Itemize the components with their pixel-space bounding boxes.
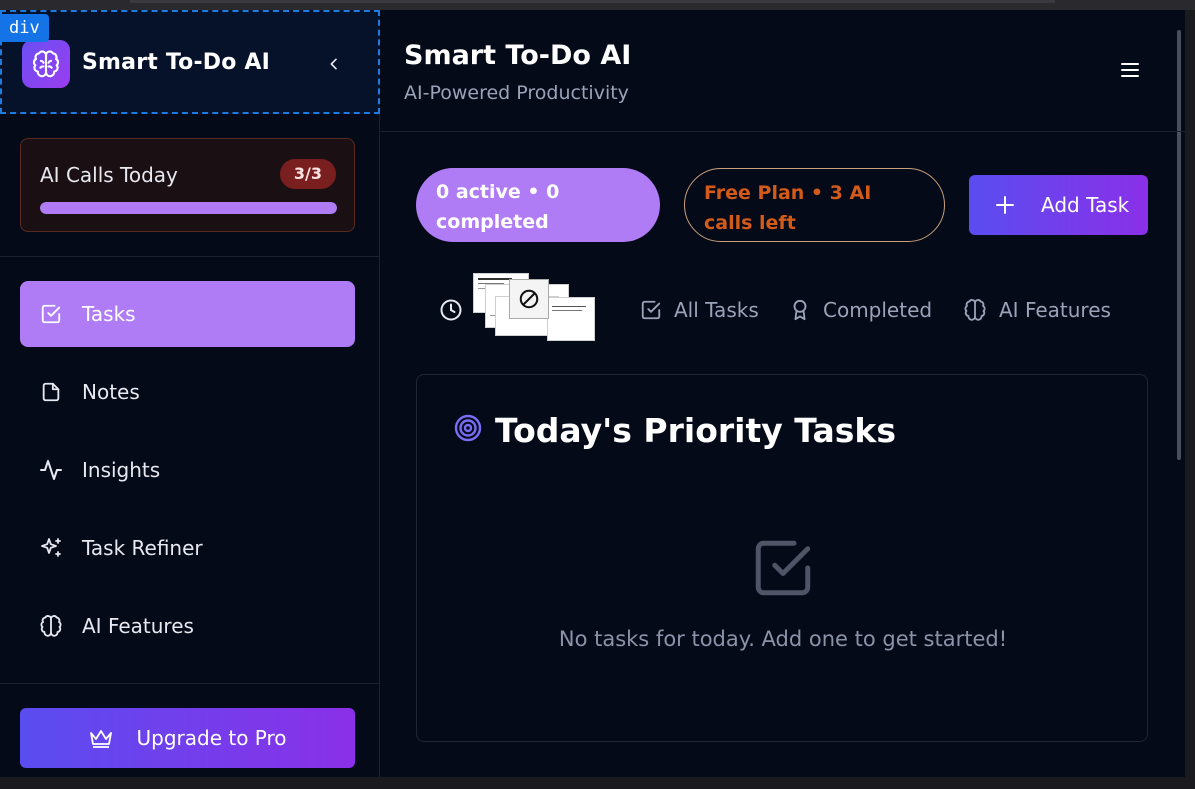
checkbox-icon — [20, 303, 82, 325]
devtools-element-tag: div — [0, 14, 49, 42]
sidebar-item-notes[interactable]: Notes — [20, 359, 355, 425]
crown-icon — [88, 727, 114, 749]
header-divider — [381, 131, 1185, 132]
plan-pill: Free Plan • 3 AI calls left — [684, 168, 945, 242]
sidebar-brand-title: Smart To-Do AI — [82, 50, 271, 75]
sidebar-item-label: Tasks — [82, 302, 136, 326]
activity-icon — [20, 458, 82, 482]
sidebar-item-label: Insights — [82, 458, 161, 482]
hamburger-icon[interactable] — [1117, 58, 1143, 82]
document-thumbnail — [547, 297, 595, 341]
sidebar: Smart To-Do AI div AI Calls Today 3/3 Ta… — [0, 10, 380, 777]
target-icon — [453, 413, 483, 443]
sidebar-item-insights[interactable]: Insights — [20, 437, 355, 503]
window-top-strip — [0, 0, 1195, 10]
bottom-gutter — [0, 777, 1195, 789]
scrollbar[interactable] — [1177, 30, 1181, 460]
upgrade-label: Upgrade to Pro — [136, 726, 287, 750]
status-pill: 0 active • 0 completed — [416, 168, 660, 242]
page-title: Smart To-Do AI — [404, 40, 632, 71]
tab-label: Completed — [823, 298, 933, 322]
tab-label: AI Features — [999, 298, 1111, 322]
app-frame: Smart To-Do AI div AI Calls Today 3/3 Ta… — [0, 10, 1185, 777]
add-task-label: Add Task — [1041, 193, 1130, 217]
add-task-button[interactable]: Add Task — [969, 175, 1148, 235]
sidebar-item-task-refiner[interactable]: Task Refiner — [20, 515, 355, 581]
brain-icon — [20, 614, 82, 638]
tab-label: All Tasks — [674, 298, 759, 322]
ai-calls-label: AI Calls Today — [40, 163, 178, 187]
tab-completed[interactable]: Completed — [789, 292, 932, 328]
empty-state-text: No tasks for today. Add one to get start… — [558, 627, 1008, 651]
card-title: Today's Priority Tasks — [495, 411, 896, 450]
drag-preview-thumbnails — [473, 273, 597, 341]
sparkles-icon — [20, 536, 82, 560]
sidebar-item-tasks[interactable]: Tasks — [20, 281, 355, 347]
tab-all-tasks[interactable]: All Tasks — [640, 292, 759, 328]
sidebar-header: Smart To-Do AI — [0, 10, 380, 114]
page-subtitle: AI-Powered Productivity — [404, 82, 629, 104]
main-content: Smart To-Do AI AI-Powered Productivity 0… — [381, 10, 1185, 777]
chevron-left-icon[interactable] — [320, 50, 348, 78]
sidebar-item-ai-features[interactable]: AI Features — [20, 593, 355, 659]
no-drop-icon — [509, 279, 549, 319]
sidebar-divider — [0, 683, 380, 684]
upgrade-to-pro-button[interactable]: Upgrade to Pro — [20, 708, 355, 768]
checkbox-icon — [750, 535, 816, 601]
ai-calls-card: AI Calls Today 3/3 — [20, 138, 355, 232]
tab-ai-features[interactable]: AI Features — [963, 292, 1111, 328]
ai-calls-badge: 3/3 — [279, 159, 336, 189]
award-icon — [789, 298, 811, 322]
sidebar-item-label: Notes — [82, 380, 140, 404]
ai-calls-progress-fill — [40, 202, 337, 214]
ai-calls-progress-track — [40, 202, 337, 214]
top-scroll-bar — [130, 0, 1055, 3]
note-icon — [20, 381, 82, 403]
clock-icon — [439, 298, 463, 322]
sidebar-item-label: Task Refiner — [82, 536, 203, 560]
sidebar-divider — [0, 256, 380, 257]
brain-icon — [22, 40, 70, 88]
right-gutter — [1185, 10, 1195, 789]
brain-icon — [963, 298, 987, 322]
sidebar-item-label: AI Features — [82, 614, 194, 638]
plus-icon — [969, 195, 1041, 215]
priority-tasks-card: Today's Priority Tasks No tasks for toda… — [416, 374, 1148, 742]
checkbox-icon — [640, 299, 662, 321]
